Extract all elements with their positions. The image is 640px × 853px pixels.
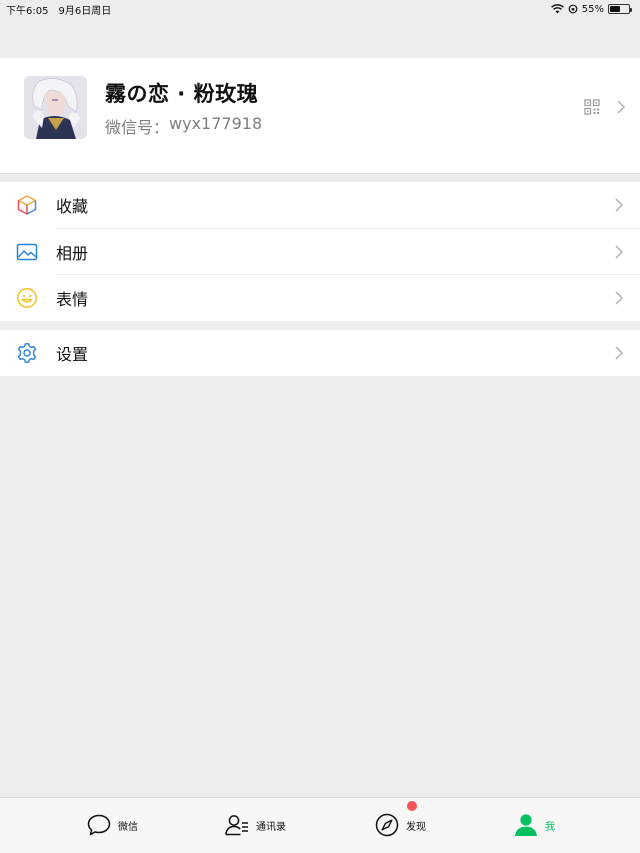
avatar-image xyxy=(24,76,87,139)
chevron-right-icon xyxy=(617,100,626,114)
menu-group-settings: 设置 xyxy=(0,330,640,376)
tab-contacts[interactable]: 通讯录 xyxy=(224,812,286,838)
menu-label-stickers: 表情 xyxy=(56,290,89,310)
menu-item-favorites[interactable]: 收藏 xyxy=(0,182,640,229)
smiley-icon xyxy=(17,288,37,309)
tab-bar: 微信 通讯录 发现 我 xyxy=(0,797,640,853)
menu-label-settings: 设置 xyxy=(56,345,89,365)
discover-badge-dot xyxy=(407,801,417,811)
contacts-icon xyxy=(225,815,248,836)
avatar[interactable] xyxy=(24,76,87,139)
tab-label-contacts: 通讯录 xyxy=(256,821,286,833)
menu-label-favorites: 收藏 xyxy=(56,197,89,217)
chevron-right-icon xyxy=(615,291,624,305)
chevron-right-icon xyxy=(615,346,624,360)
tab-me[interactable]: 我 xyxy=(513,812,555,838)
status-left: 下午6:05 9月6日周日 xyxy=(6,2,111,17)
status-time: 下午6:05 xyxy=(6,5,49,17)
menu-group-main: 收藏 相册 表情 xyxy=(0,182,640,321)
tab-label-me: 我 xyxy=(545,821,555,833)
menu-item-stickers[interactable]: 表情 xyxy=(0,275,640,322)
person-icon xyxy=(515,814,537,836)
compass-icon xyxy=(375,813,399,837)
image-icon xyxy=(16,243,38,260)
orientation-lock-icon xyxy=(568,4,578,14)
chevron-right-icon xyxy=(615,244,624,259)
tab-discover[interactable]: 发现 xyxy=(374,812,426,838)
qr-code-icon[interactable] xyxy=(584,99,600,115)
profile-card[interactable]: 霧の恋 · 粉玫瑰 微信号： wyx177918 xyxy=(0,58,640,174)
wifi-icon xyxy=(550,4,564,14)
status-right: 55% xyxy=(550,3,632,15)
wechat-id-row: 微信号： wyx177918 xyxy=(105,114,262,138)
battery-fill xyxy=(610,6,620,12)
status-bar: 下午6:05 9月6日周日 55% xyxy=(0,0,640,18)
chevron-right-icon xyxy=(615,198,624,212)
menu-item-settings[interactable]: 设置 xyxy=(0,330,640,377)
chat-bubble-icon xyxy=(87,814,111,836)
battery-percent: 55% xyxy=(581,3,604,15)
menu-label-album: 相册 xyxy=(56,243,89,263)
battery-icon xyxy=(608,4,632,14)
menu-item-album[interactable]: 相册 xyxy=(0,229,640,276)
cube-icon xyxy=(17,195,37,215)
status-date: 9月6日周日 xyxy=(58,5,112,17)
nickname: 霧の恋 · 粉玫瑰 xyxy=(105,82,259,106)
wechat-id-label: 微信号： xyxy=(105,118,170,137)
tab-label-discover: 发现 xyxy=(406,821,426,833)
tab-chats[interactable]: 微信 xyxy=(86,812,138,838)
wechat-id-value: wyx177918 xyxy=(169,114,263,133)
gear-icon xyxy=(17,343,37,364)
tab-label-chats: 微信 xyxy=(118,821,138,833)
